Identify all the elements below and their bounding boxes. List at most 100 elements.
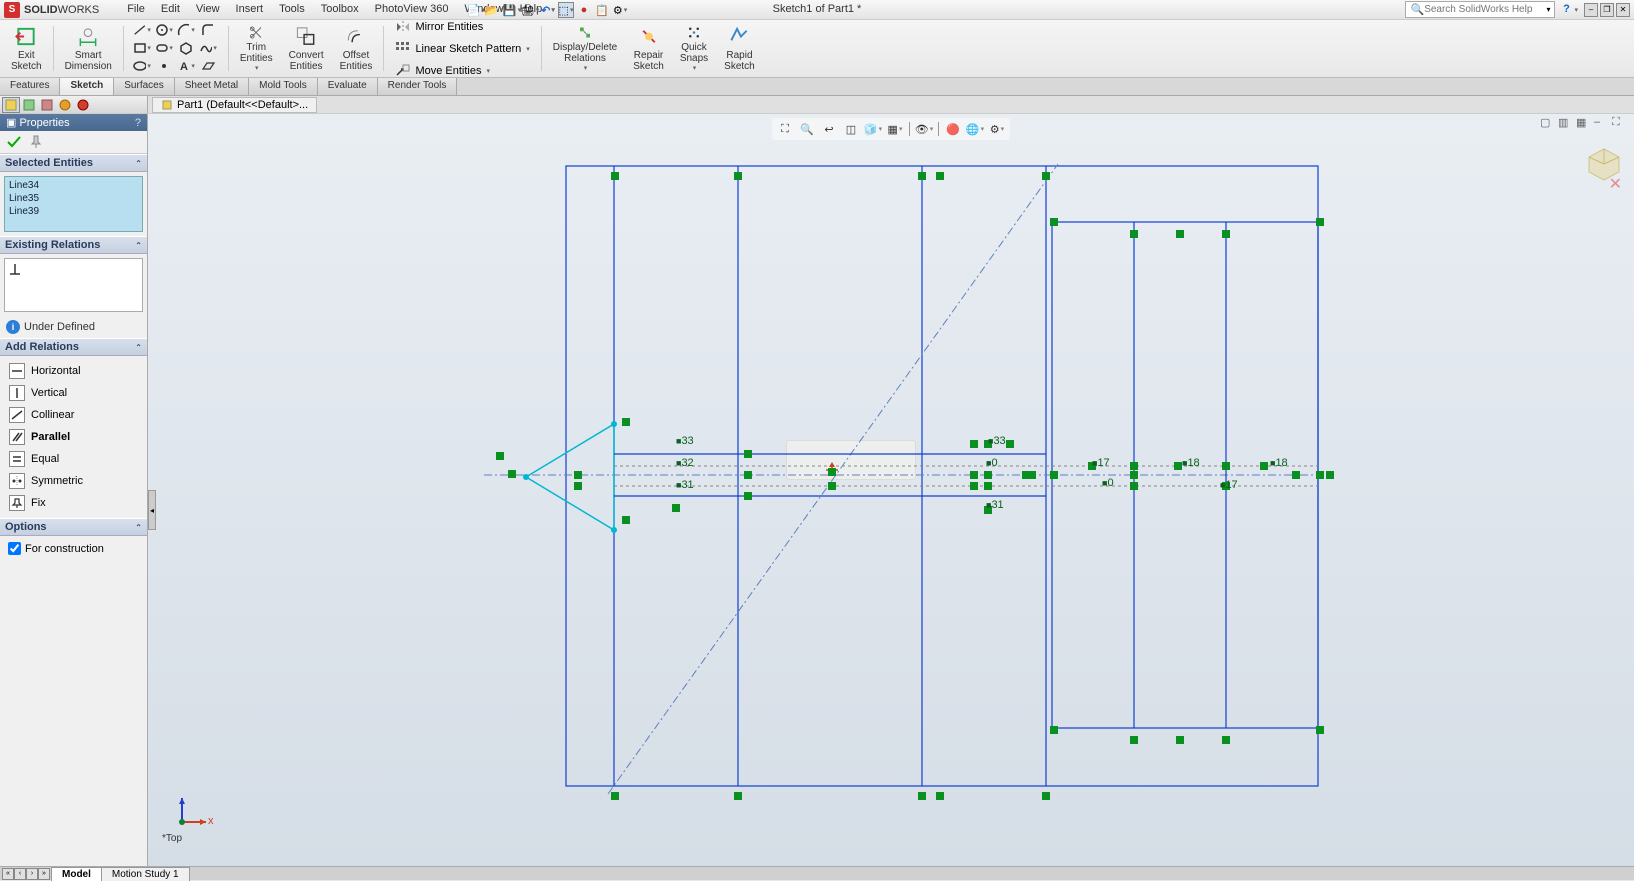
main-area: ▣ Properties ? Selected Entities⌃ Line34… <box>0 114 1634 866</box>
selected-entities-header[interactable]: Selected Entities⌃ <box>0 154 147 172</box>
prop-help-icon[interactable]: ? <box>135 117 141 129</box>
convert-entities-button[interactable]: Convert Entities <box>282 22 331 75</box>
tab-render-tools[interactable]: Render Tools <box>378 78 458 95</box>
fillet-tool-icon[interactable] <box>198 22 218 38</box>
rectangle-tool-icon[interactable]: ▾ <box>132 40 152 56</box>
existing-relations-list[interactable] <box>4 258 143 312</box>
tab-prev-icon[interactable]: ‹ <box>14 868 26 880</box>
dimexpert-icon[interactable] <box>56 97 74 113</box>
collapse-icon[interactable]: ⌃ <box>135 241 142 250</box>
collapse-icon[interactable]: ⌃ <box>135 159 142 168</box>
options-header[interactable]: Options⌃ <box>0 518 147 536</box>
svg-text:■18: ■18 <box>1270 457 1288 469</box>
smart-dimension-button[interactable]: Smart Dimension <box>58 22 119 75</box>
selected-entities-list[interactable]: Line34 Line35 Line39 <box>4 176 143 232</box>
tab-mold-tools[interactable]: Mold Tools <box>249 78 318 95</box>
menu-photoview[interactable]: PhotoView 360 <box>367 1 457 18</box>
for-construction-checkbox[interactable] <box>8 542 21 555</box>
tab-evaluate[interactable]: Evaluate <box>318 78 378 95</box>
view-label: *Top <box>162 833 182 844</box>
relation-fix[interactable]: Fix <box>4 492 143 514</box>
property-manager-icon[interactable] <box>20 97 38 113</box>
exit-sketch-button[interactable]: Exit Sketch <box>4 22 49 75</box>
tab-first-icon[interactable]: « <box>2 868 14 880</box>
coordinate-triad-icon: x <box>168 788 216 836</box>
menu-edit[interactable]: Edit <box>153 1 188 18</box>
plane-tool-icon[interactable] <box>198 58 218 74</box>
existing-relations-header[interactable]: Existing Relations⌃ <box>0 236 147 254</box>
trim-entities-button[interactable]: Trim Entities▾ <box>233 22 280 75</box>
relation-parallel[interactable]: Parallel <box>4 426 143 448</box>
ellipse-tool-icon[interactable]: ▾ <box>132 58 152 74</box>
entity-item[interactable]: Line34 <box>7 179 140 192</box>
tab-surfaces[interactable]: Surfaces <box>114 78 174 95</box>
entity-item[interactable]: Line39 <box>7 205 140 218</box>
select-icon[interactable]: ⬚▾ <box>558 2 574 18</box>
menu-file[interactable]: File <box>119 1 153 18</box>
for-construction-option[interactable]: For construction <box>4 540 143 557</box>
settings-icon[interactable]: ⚙▾ <box>612 2 628 18</box>
line-tool-icon[interactable]: ▾ <box>132 22 152 38</box>
ok-button[interactable] <box>6 134 22 150</box>
mirror-entities-button[interactable]: Mirror Entities <box>392 17 532 37</box>
tab-features[interactable]: Features <box>0 78 60 95</box>
text-tool-icon[interactable]: A▾ <box>176 58 196 74</box>
quick-snaps-button[interactable]: Quick Snaps▾ <box>673 22 715 75</box>
print-icon[interactable]: 🖨▾ <box>522 2 538 18</box>
menu-tools[interactable]: Tools <box>271 1 313 18</box>
relation-equal[interactable]: Equal <box>4 448 143 470</box>
search-dropdown-icon[interactable]: ▾ <box>1546 5 1550 14</box>
menu-toolbox[interactable]: Toolbox <box>313 1 367 18</box>
collapse-icon[interactable]: ⌃ <box>135 523 142 532</box>
manager-pane-icons <box>0 96 148 113</box>
menu-view[interactable]: View <box>188 1 228 18</box>
minimize-button[interactable]: – <box>1584 3 1598 17</box>
circle-tool-icon[interactable]: ▾ <box>154 22 174 38</box>
tab-sketch[interactable]: Sketch <box>60 78 114 95</box>
close-button[interactable]: ✕ <box>1616 3 1630 17</box>
offset-entities-button[interactable]: Offset Entities <box>333 22 380 75</box>
help-search[interactable]: 🔍 ▾ <box>1405 1 1555 18</box>
relation-horizontal[interactable]: Horizontal <box>4 360 143 382</box>
polygon-tool-icon[interactable] <box>176 40 196 56</box>
tab-sheet-metal[interactable]: Sheet Metal <box>175 78 249 95</box>
help-search-input[interactable] <box>1424 4 1546 15</box>
relation-symmetric[interactable]: Symmetric <box>4 470 143 492</box>
save-icon[interactable]: 💾▾ <box>504 2 520 18</box>
tab-last-icon[interactable]: » <box>38 868 50 880</box>
new-doc-icon[interactable]: 📄▾ <box>468 2 484 18</box>
repair-sketch-button[interactable]: Repair Sketch <box>626 22 671 75</box>
tab-next-icon[interactable]: › <box>26 868 38 880</box>
help-icon[interactable]: ? <box>1559 3 1573 17</box>
open-icon[interactable]: 📂▾ <box>486 2 502 18</box>
motion-study-tab[interactable]: Motion Study 1 <box>101 867 190 881</box>
feature-manager-icon[interactable] <box>2 97 20 113</box>
rebuild-icon[interactable]: ● <box>576 2 592 18</box>
graphics-area[interactable]: ◂ ⛶ 🔍 ↩ ◫ 🧊▾ ▦▾ 👁▾ 🔴 🌐▾ ⚙▾ ▢ ▥ ▦ – ⛶ ✕ <box>148 114 1634 866</box>
model-tab[interactable]: Model <box>51 867 102 881</box>
relation-vertical[interactable]: Vertical <box>4 382 143 404</box>
rapid-sketch-button[interactable]: Rapid Sketch <box>717 22 762 75</box>
restore-button[interactable]: ❐ <box>1600 3 1614 17</box>
document-tab[interactable]: Part1 (Default<<Default>... <box>152 97 317 113</box>
relation-collinear[interactable]: Collinear <box>4 404 143 426</box>
undo-icon[interactable]: ↶▾ <box>540 2 556 18</box>
display-delete-relations-button[interactable]: Display/Delete Relations▾ <box>546 22 624 75</box>
display-manager-icon[interactable] <box>74 97 92 113</box>
help-dropdown-icon[interactable]: ▾ <box>1574 6 1578 14</box>
point-tool-icon[interactable] <box>154 58 174 74</box>
add-relations-header[interactable]: Add Relations⌃ <box>0 338 147 356</box>
spline-tool-icon[interactable]: ▾ <box>198 40 218 56</box>
config-manager-icon[interactable] <box>38 97 56 113</box>
slot-tool-icon[interactable]: ▾ <box>154 40 174 56</box>
arc-tool-icon[interactable]: ▾ <box>176 22 196 38</box>
linear-pattern-button[interactable]: Linear Sketch Pattern▾ <box>392 39 532 59</box>
offset-icon <box>344 25 368 48</box>
options-icon[interactable]: 📋 <box>594 2 610 18</box>
add-relations-body: Horizontal Vertical Collinear Parallel E… <box>0 356 147 518</box>
pushpin-icon[interactable] <box>28 134 44 150</box>
collapse-icon[interactable]: ⌃ <box>135 343 142 352</box>
menu-insert[interactable]: Insert <box>228 1 272 18</box>
rapid-icon <box>727 25 751 48</box>
entity-item[interactable]: Line35 <box>7 192 140 205</box>
